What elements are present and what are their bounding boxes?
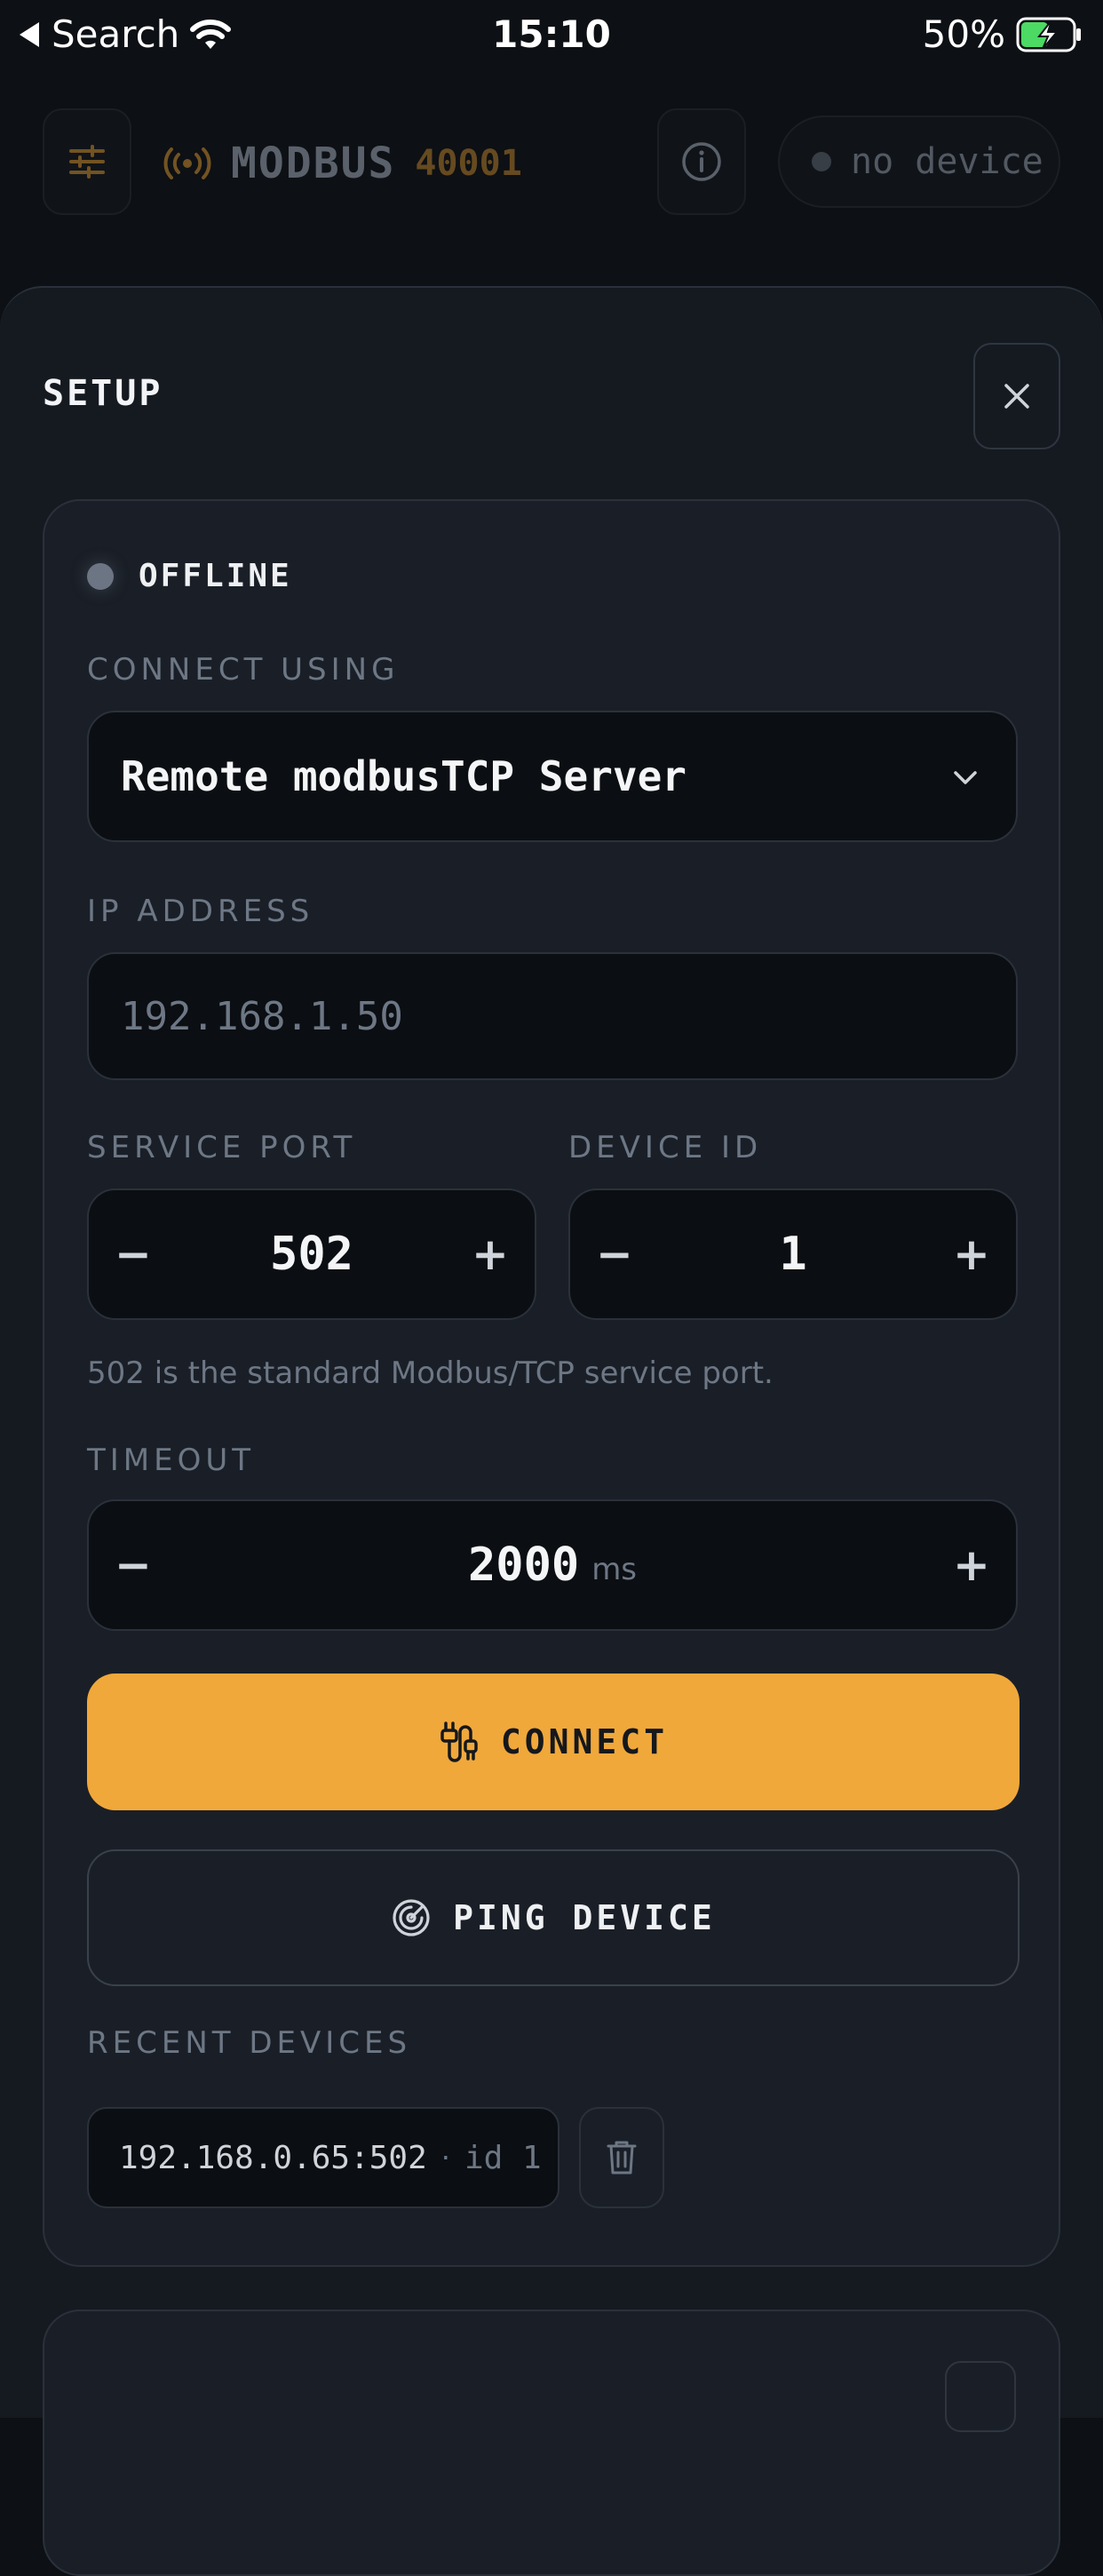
filter-button[interactable] — [43, 108, 131, 215]
device-id-value: 1 — [779, 1228, 807, 1281]
device-status-pill[interactable]: no device — [778, 115, 1060, 208]
connect-using-value: Remote modbusTCP Server — [121, 752, 686, 800]
secondary-card-button[interactable] — [945, 2361, 1016, 2432]
timeout-stepper[interactable]: − 2000 ms + — [87, 1499, 1018, 1631]
connect-label: CONNECT — [500, 1722, 669, 1761]
timeout-unit: ms — [591, 1552, 638, 1587]
recent-device-address: 192.168.0.65:502 — [119, 2139, 427, 2176]
timeout-decrement-button[interactable]: − — [89, 1501, 178, 1629]
recent-device-separator: · — [440, 2141, 450, 2174]
status-dot — [87, 562, 114, 590]
recent-device-id: id 1 — [464, 2139, 542, 2176]
connect-using-select[interactable]: Remote modbusTCP Server — [87, 711, 1018, 842]
connection-card: OFFLINE CONNECT USING Remote modbusTCP S… — [43, 499, 1060, 2267]
device-id-label: DEVICE ID — [568, 1130, 763, 1165]
port-decrement-button[interactable]: − — [89, 1190, 178, 1318]
ping-label: PING DEVICE — [453, 1898, 716, 1937]
device-id-stepper[interactable]: − 1 + — [568, 1189, 1018, 1320]
info-icon — [682, 142, 721, 181]
ip-address-label: IP ADDRESS — [87, 894, 314, 929]
timeout-value: 2000 — [467, 1538, 580, 1592]
device-id-decrement-button[interactable]: − — [570, 1190, 659, 1318]
battery-status: 50% — [923, 12, 1083, 56]
broadcast-icon — [163, 147, 211, 179]
battery-percent: 50% — [922, 12, 1005, 56]
recent-device-chip[interactable]: 192.168.0.65:502 · id 1 — [87, 2107, 559, 2208]
sliders-icon — [69, 145, 105, 179]
connect-button[interactable]: CONNECT — [87, 1674, 1020, 1810]
device-status-dot — [812, 152, 831, 171]
delete-recent-device-button[interactable] — [579, 2107, 664, 2208]
info-button[interactable] — [657, 108, 746, 215]
battery-charging-icon — [1016, 17, 1081, 52]
device-status-text: no device — [851, 141, 1043, 182]
ip-address-input[interactable] — [87, 952, 1018, 1080]
recent-devices-label: RECENT DEVICES — [87, 2025, 412, 2061]
status-bar: Search 15:10 50% — [0, 0, 1103, 75]
close-button[interactable] — [973, 343, 1060, 449]
trash-icon — [607, 2141, 637, 2174]
device-id-increment-button[interactable]: + — [927, 1190, 1016, 1318]
sheet-title: SETUP — [43, 373, 163, 414]
app-title: MODBUS — [231, 139, 396, 188]
app-header: MODBUS 40001 no device — [0, 89, 1103, 258]
port-increment-button[interactable]: + — [446, 1190, 535, 1318]
timeout-increment-button[interactable]: + — [927, 1501, 1016, 1629]
radar-icon — [393, 1899, 430, 1936]
secondary-card — [43, 2310, 1060, 2576]
setup-sheet: SETUP OFFLINE CONNECT USING Remote modbu… — [0, 286, 1103, 2576]
plug-icon — [440, 1721, 478, 1762]
close-icon — [1004, 384, 1029, 409]
connection-status: OFFLINE — [87, 558, 292, 594]
register-address: 40001 — [415, 143, 522, 184]
status-label: OFFLINE — [139, 558, 292, 594]
chevron-down-icon — [954, 771, 977, 784]
ping-device-button[interactable]: PING DEVICE — [87, 1849, 1020, 1986]
brand: MODBUS 40001 — [163, 139, 522, 188]
port-value: 502 — [270, 1228, 353, 1281]
port-hint: 502 is the standard Modbus/TCP service p… — [87, 1356, 774, 1391]
connect-using-label: CONNECT USING — [87, 652, 400, 688]
service-port-stepper[interactable]: − 502 + — [87, 1189, 536, 1320]
service-port-label: SERVICE PORT — [87, 1130, 357, 1165]
timeout-label: TIMEOUT — [87, 1443, 256, 1478]
